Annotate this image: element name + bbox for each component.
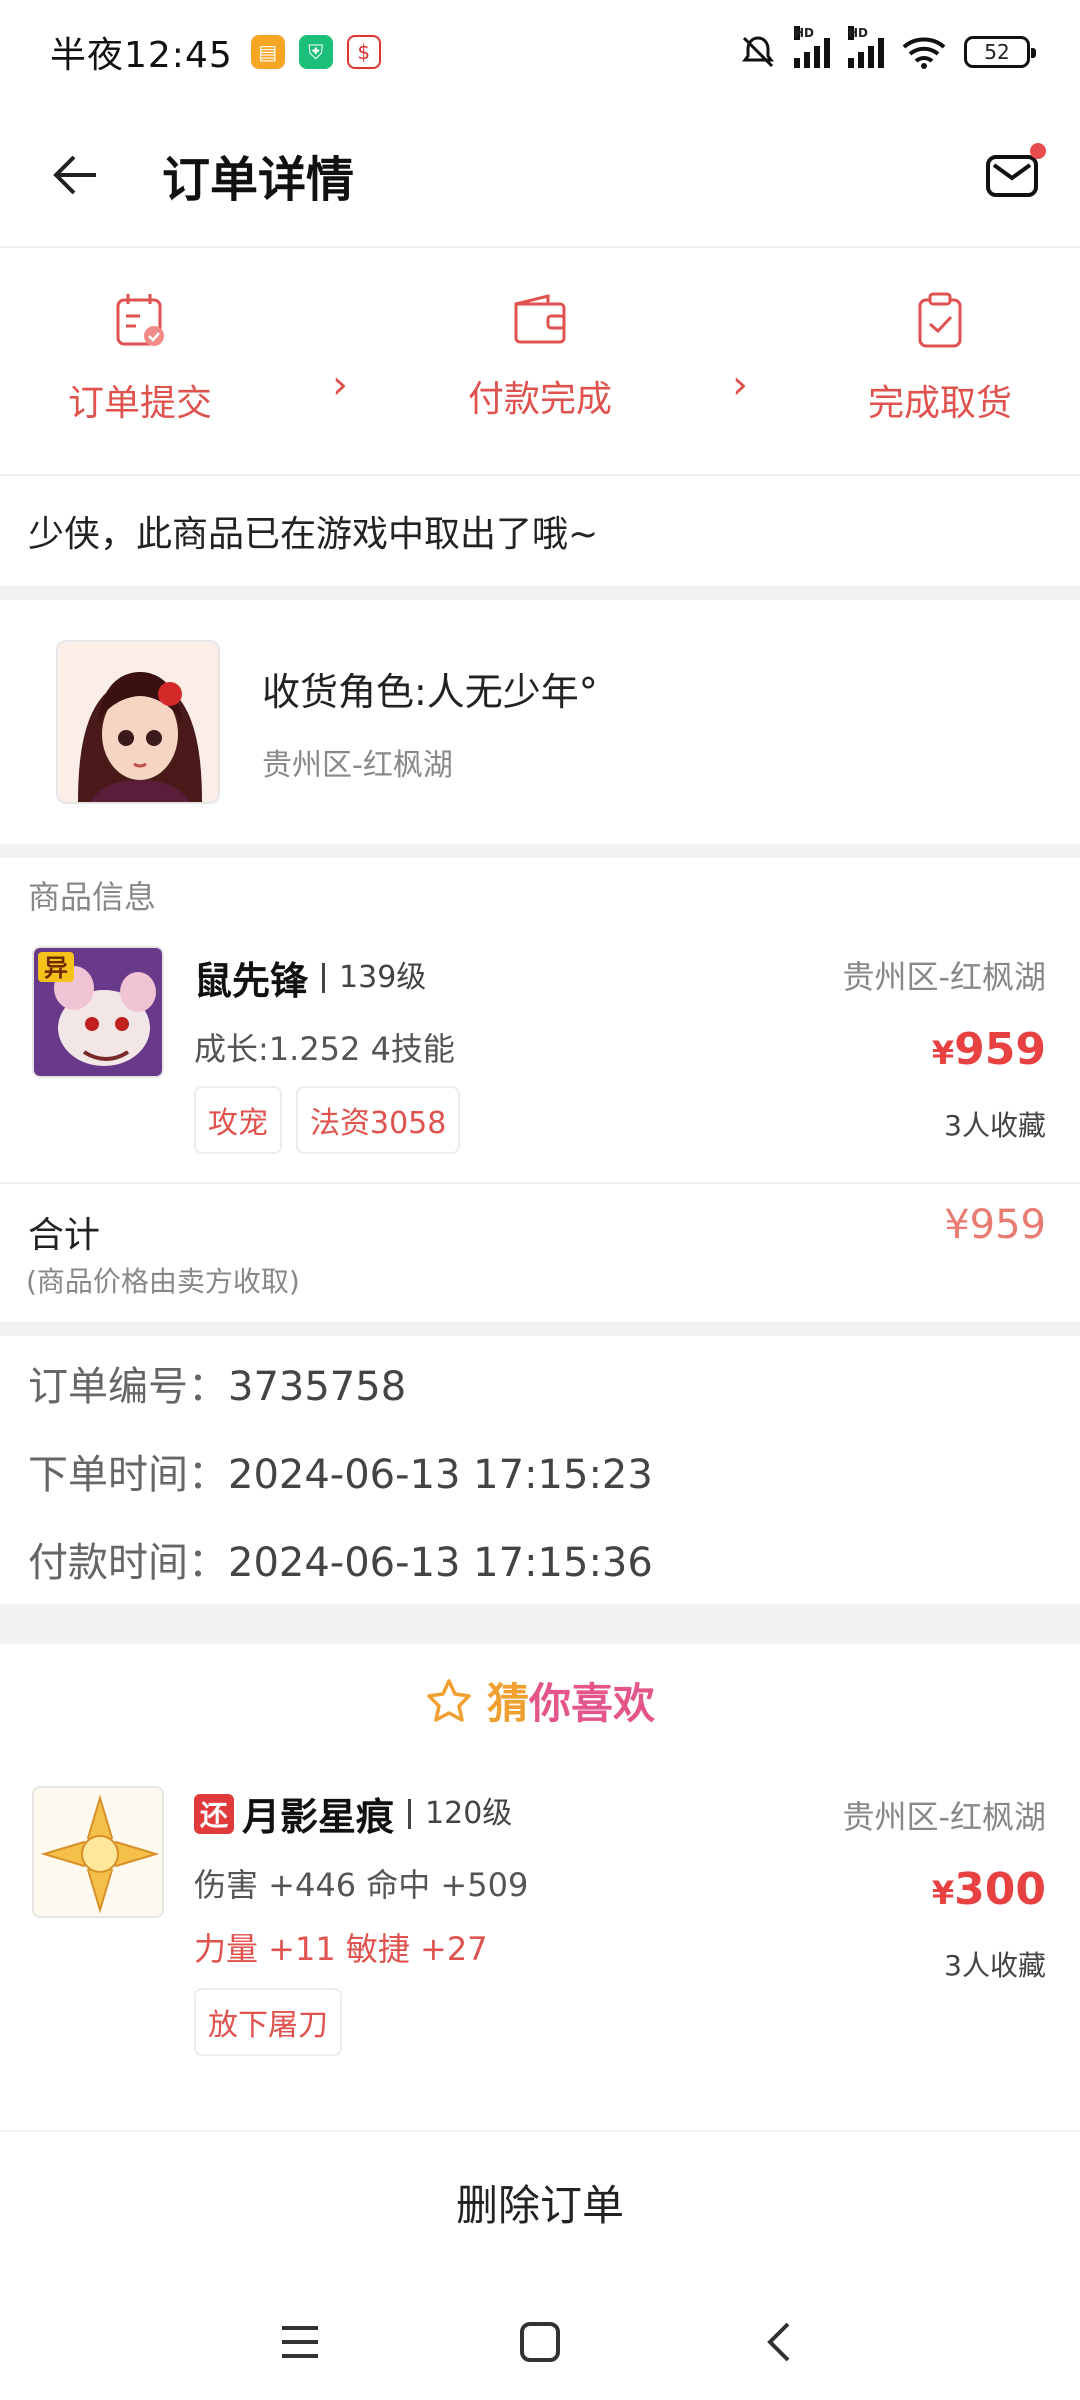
order-created-row: 下单时间：2024-06-13 17:15:23 bbox=[28, 1442, 653, 1500]
recommend-title: 猜你喜欢 bbox=[0, 1670, 1080, 1731]
receiver-info: 收货角色:人无少年° 贵州区-红枫湖 bbox=[262, 661, 598, 784]
order-created-time: 2024-06-13 17:15:23 bbox=[228, 1452, 653, 1498]
step-paid: 付款完成 bbox=[450, 290, 630, 422]
arrow-left-icon bbox=[53, 155, 96, 195]
security-app-icon: ⛨ bbox=[298, 35, 333, 69]
currency-symbol: ¥ bbox=[931, 1874, 955, 1912]
recommend-price: ¥300 bbox=[932, 1864, 1046, 1915]
price-value: 959 bbox=[954, 1024, 1046, 1075]
order-paid-time: 2024-06-13 17:15:36 bbox=[228, 1540, 653, 1586]
system-nav-bar bbox=[0, 2292, 1080, 2392]
currency-symbol: ¥ bbox=[931, 1034, 955, 1072]
order-number[interactable]: 3735758 bbox=[228, 1364, 406, 1410]
step-submitted: 订单提交 bbox=[50, 290, 230, 426]
recommend-title: 还 月影星痕 120级 bbox=[194, 1786, 512, 1841]
total-label: 合计 bbox=[28, 1215, 101, 1256]
notes-app-icon: ▤ bbox=[250, 35, 285, 69]
recommend-title-part1: 猜 bbox=[486, 1679, 529, 1728]
bargain-badge: 还 bbox=[194, 1793, 234, 1834]
status-bar: 半夜12:45 ▤ ⛨ $ HD HD 52 bbox=[0, 0, 1080, 104]
mute-bell-icon bbox=[742, 36, 774, 68]
product-name: 鼠先锋 bbox=[194, 959, 309, 1003]
step-label: 订单提交 bbox=[67, 383, 212, 424]
step-received: 完成取货 bbox=[850, 290, 1030, 426]
product-favorites: 3人收藏 bbox=[944, 1109, 1046, 1142]
product-tag: 攻宠 bbox=[194, 1086, 282, 1154]
product-price: ¥959 bbox=[932, 1024, 1046, 1075]
product-thumbnail: 异 bbox=[32, 946, 164, 1078]
status-time: 半夜12:45 bbox=[50, 35, 233, 76]
recommend-title-part2: 你喜欢 bbox=[529, 1679, 656, 1728]
status-app-icons: ▤ ⛨ $ bbox=[250, 35, 381, 69]
step-label: 完成取货 bbox=[867, 383, 1012, 424]
receiver-server: 贵州区-红枫湖 bbox=[262, 747, 453, 783]
product-section-title: 商品信息 bbox=[28, 878, 157, 916]
app-header: 订单详情 bbox=[0, 104, 1080, 248]
product-card[interactable]: 异 鼠先锋 139级 成长:1.252 4技能 攻宠 法资3058 贵州区-红枫… bbox=[0, 940, 1080, 1180]
chevron-right-icon: › bbox=[732, 362, 748, 408]
divider bbox=[0, 844, 1080, 858]
divider bbox=[0, 1604, 1080, 1644]
recommend-favorites: 3人收藏 bbox=[944, 1949, 1046, 1982]
recommend-tags: 放下屠刀 bbox=[194, 1988, 342, 2056]
character-avatar bbox=[56, 640, 220, 804]
recommend-name: 月影星痕 bbox=[242, 1795, 395, 1839]
back-button[interactable] bbox=[46, 145, 106, 205]
chevron-right-icon: › bbox=[332, 362, 348, 408]
signal-icon-1: HD bbox=[794, 26, 830, 68]
battery-icon: 52 bbox=[964, 36, 1036, 68]
clipboard-check-icon bbox=[918, 292, 962, 348]
receiver-name: 收货角色:人无少年° bbox=[262, 669, 598, 714]
price-value: 300 bbox=[954, 1864, 1046, 1915]
divider bbox=[0, 586, 1080, 600]
calendar-check-icon bbox=[116, 294, 164, 346]
product-title: 鼠先锋 139级 bbox=[194, 950, 426, 1005]
product-badge: 异 bbox=[44, 954, 68, 982]
recommend-item[interactable]: 还 月影星痕 120级 伤害 +446 命中 +509 力量 +11 敏捷 +2… bbox=[0, 1780, 1080, 2080]
home-icon[interactable] bbox=[518, 2320, 562, 2364]
total-note: (商品价格由卖方收取) bbox=[26, 1265, 300, 1298]
order-progress: 订单提交 › 付款完成 › 完成取货 bbox=[0, 250, 1080, 476]
product-level: 139级 bbox=[322, 962, 426, 993]
status-right: HD HD 52 bbox=[740, 26, 1036, 70]
order-paid-row: 付款时间：2024-06-13 17:15:36 bbox=[28, 1530, 653, 1588]
wifi-icon bbox=[902, 37, 946, 69]
order-number-row: 订单编号：3735758 bbox=[28, 1354, 406, 1412]
page-title: 订单详情 bbox=[162, 152, 355, 208]
wallet-icon bbox=[514, 294, 566, 344]
product-attributes: 成长:1.252 4技能 bbox=[194, 1030, 455, 1068]
back-nav-icon[interactable] bbox=[758, 2320, 802, 2364]
delete-order-button[interactable]: 删除订单 bbox=[0, 2132, 1080, 2272]
step-label: 付款完成 bbox=[467, 379, 612, 420]
signal-icon-2: HD bbox=[848, 26, 884, 68]
recommend-thumbnail bbox=[32, 1786, 164, 1918]
star-icon bbox=[427, 1678, 471, 1722]
product-tag: 法资3058 bbox=[296, 1086, 461, 1154]
divider bbox=[0, 1322, 1080, 1336]
unread-dot bbox=[1030, 143, 1046, 159]
red-packet-icon: $ bbox=[346, 35, 381, 69]
total-amount: ¥959 bbox=[944, 1202, 1046, 1248]
order-paid-label: 付款时间： bbox=[28, 1540, 228, 1586]
recommend-attr-2: 力量 +11 敏捷 +27 bbox=[194, 1930, 488, 1968]
receiver-card: 收货角色:人无少年° 贵州区-红枫湖 bbox=[0, 600, 1080, 844]
order-total: 合计 (商品价格由卖方收取) ¥959 bbox=[0, 1182, 1080, 1322]
recommend-attr-1: 伤害 +446 命中 +509 bbox=[194, 1866, 529, 1904]
order-number-label: 订单编号： bbox=[28, 1364, 228, 1410]
order-notice: 少侠，此商品已在游戏中取出了哦~ bbox=[28, 514, 599, 555]
recommend-server: 贵州区-红枫湖 bbox=[842, 1798, 1046, 1836]
product-server: 贵州区-红枫湖 bbox=[842, 958, 1046, 996]
message-button[interactable] bbox=[982, 143, 1046, 205]
recommend-level: 120级 bbox=[408, 1798, 512, 1829]
recommend-tag: 放下屠刀 bbox=[194, 1988, 342, 2056]
product-tags: 攻宠 法资3058 bbox=[194, 1086, 461, 1154]
menu-icon[interactable] bbox=[278, 2322, 322, 2362]
bottom-bar: 删除订单 bbox=[0, 2130, 1080, 2400]
order-created-label: 下单时间： bbox=[28, 1452, 228, 1498]
